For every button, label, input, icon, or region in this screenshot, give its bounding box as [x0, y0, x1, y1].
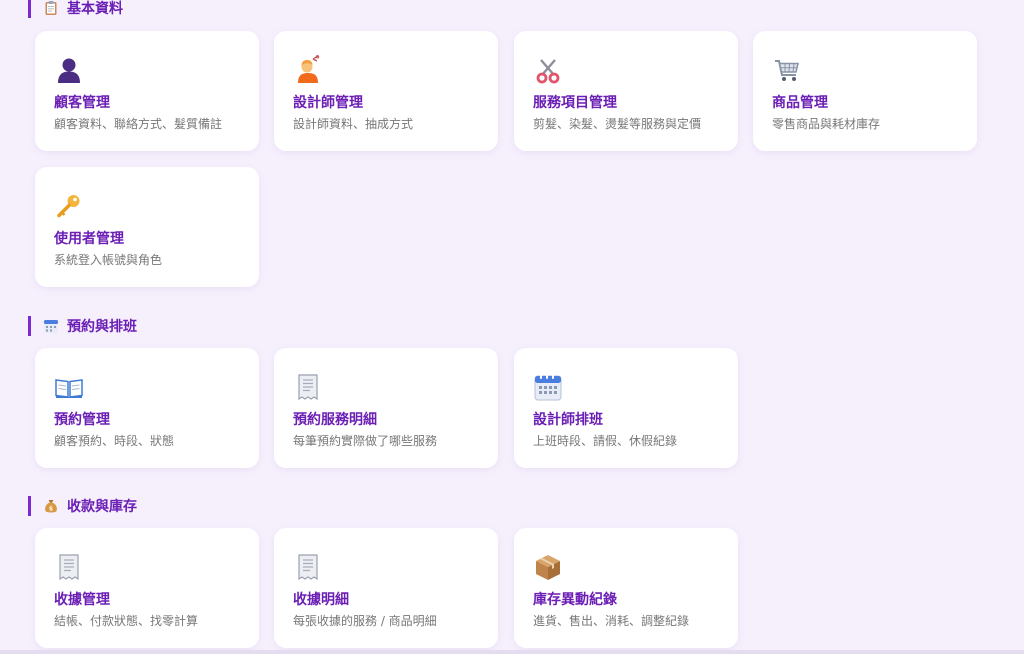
card-description: 顧客資料、聯絡方式、髮質備註 — [54, 117, 223, 131]
card-title: 顧客管理 — [54, 95, 110, 111]
card-customer-management[interactable]: 顧客管理 顧客資料、聯絡方式、髮質備註 — [35, 31, 259, 151]
calendar-icon — [533, 372, 563, 402]
card-user-management[interactable]: 使用者管理 系統登入帳號與角色 — [35, 167, 259, 287]
receipt-icon — [54, 552, 84, 582]
bottom-divider — [0, 650, 1024, 654]
card-description: 剪髮、染髮、燙髮等服務與定價 — [533, 117, 702, 131]
receipt-icon — [293, 372, 323, 402]
key-icon — [54, 191, 84, 221]
customer-silhouette-icon — [54, 55, 84, 85]
card-title: 收據管理 — [54, 592, 110, 608]
card-description: 顧客預約、時段、狀態 — [54, 434, 175, 448]
card-title: 預約管理 — [54, 412, 110, 428]
card-receipt-management[interactable]: 收據管理 結帳、付款狀態、找零計算 — [35, 528, 259, 648]
card-title: 收據明細 — [293, 592, 349, 608]
card-service-items-management[interactable]: 服務項目管理 剪髮、染髮、燙髮等服務與定價 — [514, 31, 738, 151]
section-header-basic-data: 基本資料 — [28, 0, 123, 18]
card-booking-management[interactable]: 預約管理 顧客預約、時段、狀態 — [35, 348, 259, 468]
card-description: 每張收據的服務 / 商品明細 — [293, 614, 437, 628]
card-title: 商品管理 — [772, 95, 828, 111]
card-designer-management[interactable]: 設計師管理 設計師資料、抽成方式 — [274, 31, 498, 151]
card-description: 每筆預約實際做了哪些服務 — [293, 434, 438, 448]
open-book-icon — [54, 372, 84, 402]
card-designer-schedule[interactable]: 設計師排班 上班時段、請假、休假紀錄 — [514, 348, 738, 468]
calendar-icon — [43, 318, 59, 334]
hairdresser-icon — [293, 55, 323, 85]
shopping-cart-icon — [772, 55, 802, 85]
section-header-booking-scheduling: 預約與排班 — [28, 316, 137, 336]
card-title: 使用者管理 — [54, 231, 124, 247]
section-header-payment-inventory: $ 收款與庫存 — [28, 496, 137, 516]
section-title: 基本資料 — [67, 1, 123, 17]
card-description: 設計師資料、抽成方式 — [293, 117, 414, 131]
card-description: 零售商品與耗材庫存 — [772, 117, 881, 131]
card-description: 系統登入帳號與角色 — [54, 253, 163, 267]
card-description: 結帳、付款狀態、找零計算 — [54, 614, 199, 628]
money-bag-icon: $ — [43, 498, 59, 514]
scissors-icon — [533, 55, 563, 85]
svg-text:$: $ — [49, 506, 53, 513]
section-title: 收款與庫存 — [67, 499, 137, 515]
card-inventory-changes[interactable]: 庫存異動紀錄 進貨、售出、消耗、調整紀錄 — [514, 528, 738, 648]
clipboard-icon — [43, 0, 59, 16]
section-title: 預約與排班 — [67, 319, 137, 335]
card-receipt-details[interactable]: 收據明細 每張收據的服務 / 商品明細 — [274, 528, 498, 648]
card-title: 預約服務明細 — [293, 412, 377, 428]
card-title: 庫存異動紀錄 — [533, 592, 617, 608]
card-title: 設計師排班 — [533, 412, 603, 428]
package-icon — [533, 552, 563, 582]
card-description: 進貨、售出、消耗、調整紀錄 — [533, 614, 690, 628]
receipt-icon — [293, 552, 323, 582]
card-description: 上班時段、請假、休假紀錄 — [533, 434, 678, 448]
card-product-management[interactable]: 商品管理 零售商品與耗材庫存 — [753, 31, 977, 151]
card-title: 設計師管理 — [293, 95, 363, 111]
card-booking-service-details[interactable]: 預約服務明細 每筆預約實際做了哪些服務 — [274, 348, 498, 468]
card-title: 服務項目管理 — [533, 95, 617, 111]
